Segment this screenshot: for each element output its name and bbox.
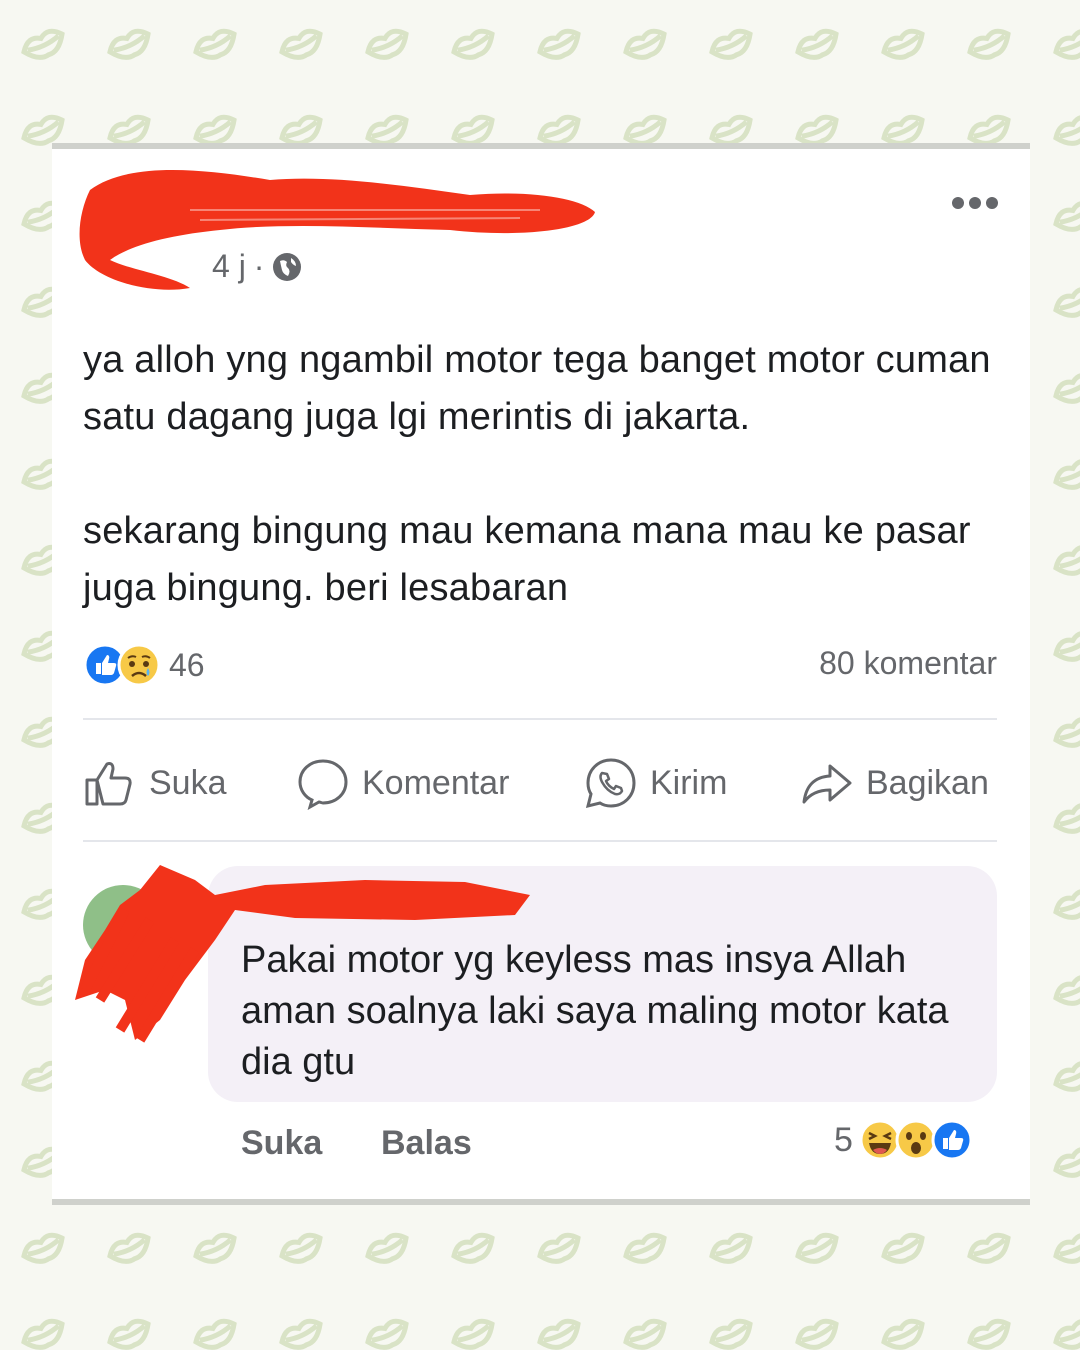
globe-icon xyxy=(273,252,302,281)
divider-bottom xyxy=(83,840,997,842)
comment-text: Pakai motor yg keyless mas insya Allah a… xyxy=(241,939,949,1083)
sad-reaction-icon xyxy=(117,643,161,687)
whatsapp-icon xyxy=(585,758,636,809)
more-options-icon[interactable] xyxy=(950,195,1000,211)
comment-reply-button[interactable]: Balas xyxy=(381,1124,472,1163)
post-text: ya alloh yng ngambil motor tega banget m… xyxy=(83,332,1013,617)
comment-reaction-count: 5 xyxy=(834,1120,853,1159)
redacted-author-name xyxy=(79,170,596,290)
share-button[interactable]: Bagikan xyxy=(800,756,989,810)
send-button-label: Kirim xyxy=(650,763,728,802)
like-reaction-icon-small xyxy=(931,1119,973,1161)
thumbs-up-icon xyxy=(85,762,132,806)
post-paragraph-2: sekarang bingung mau kemana mana mau ke … xyxy=(83,510,971,609)
divider-top xyxy=(83,718,997,720)
reaction-count: 46 xyxy=(169,646,205,683)
post-meta: 4 j · xyxy=(212,248,302,285)
send-button[interactable]: Kirim xyxy=(584,756,727,810)
like-button[interactable]: Suka xyxy=(83,756,227,810)
comment-reactions[interactable]: 5 xyxy=(834,1119,973,1161)
meta-separator: · xyxy=(253,248,265,284)
post-paragraph-1: ya alloh yng ngambil motor tega banget m… xyxy=(83,339,991,438)
post-time[interactable]: 4 j xyxy=(212,248,246,285)
comment-like-button[interactable]: Suka xyxy=(241,1124,322,1163)
comment-icon xyxy=(298,759,348,810)
comment-button[interactable]: Komentar xyxy=(296,756,509,810)
share-button-label: Bagikan xyxy=(866,763,989,802)
like-button-label: Suka xyxy=(149,763,227,802)
share-icon xyxy=(802,764,852,804)
comments-count[interactable]: 80 komentar xyxy=(819,645,997,682)
post-reactions[interactable]: 46 xyxy=(83,643,205,687)
comment-button-label: Komentar xyxy=(362,763,510,802)
